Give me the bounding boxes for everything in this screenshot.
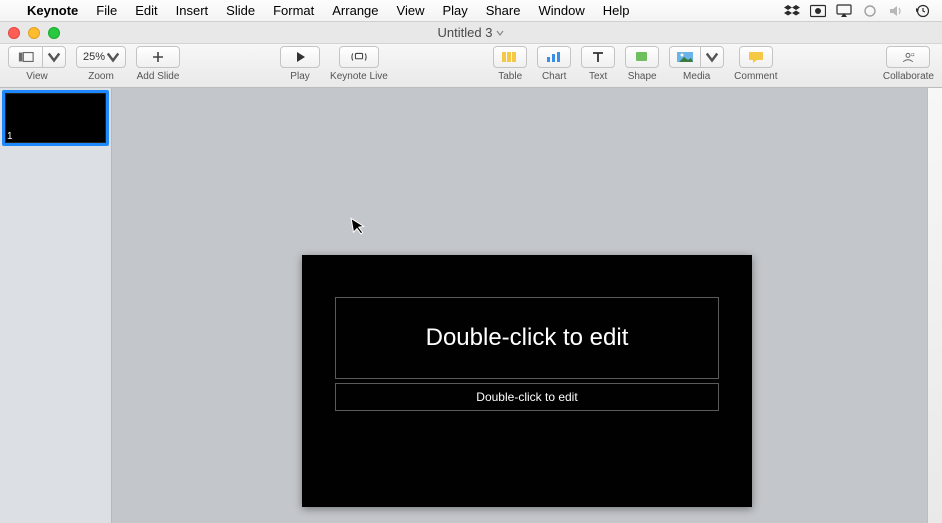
menu-insert[interactable]: Insert [167, 3, 218, 18]
chart-icon [545, 50, 563, 64]
subtitle-placeholder[interactable]: Double-click to edit [335, 383, 719, 411]
dropbox-icon[interactable] [784, 4, 800, 18]
shape-group: Shape [625, 46, 659, 82]
timemachine-icon[interactable] [914, 4, 930, 18]
workspace: 1 Double-click to edit Double-click to e… [0, 88, 942, 523]
menu-slide[interactable]: Slide [217, 3, 264, 18]
menu-view[interactable]: View [388, 3, 434, 18]
keynote-live-button[interactable] [339, 46, 379, 68]
view-icon [18, 50, 34, 64]
window-titlebar: Untitled 3 [0, 22, 942, 44]
menubar-left: Keynote File Edit Insert Slide Format Ar… [8, 3, 638, 18]
screen-record-icon[interactable] [810, 4, 826, 18]
chart-label: Chart [542, 71, 566, 82]
play-button[interactable] [280, 46, 320, 68]
menu-format[interactable]: Format [264, 3, 323, 18]
chart-group: Chart [537, 46, 571, 82]
table-icon [501, 50, 519, 64]
view-dropdown[interactable] [42, 46, 66, 68]
comment-label: Comment [734, 71, 777, 82]
minimize-button[interactable] [28, 27, 40, 39]
add-slide-button[interactable] [136, 46, 180, 68]
play-label: Play [290, 71, 309, 82]
media-button[interactable] [669, 46, 700, 68]
menu-share[interactable]: Share [477, 3, 530, 18]
text-icon [590, 50, 606, 64]
table-label: Table [498, 71, 522, 82]
shape-button[interactable] [625, 46, 659, 68]
window-controls [8, 27, 60, 39]
title-text: Untitled 3 [438, 25, 493, 40]
fullscreen-button[interactable] [48, 27, 60, 39]
menu-help[interactable]: Help [594, 3, 639, 18]
view-group: View [8, 46, 66, 82]
chevron-down-icon [46, 50, 62, 64]
slide-number: 1 [7, 131, 13, 142]
title-placeholder[interactable]: Double-click to edit [335, 297, 719, 379]
slide-navigator[interactable]: 1 [0, 88, 112, 523]
view-label: View [26, 71, 48, 82]
mouse-cursor-icon [350, 215, 370, 242]
chevron-down-icon [105, 50, 121, 64]
zoom-label: Zoom [88, 71, 114, 82]
table-group: Table [493, 46, 527, 82]
comment-icon [747, 50, 765, 64]
keynotelive-group: Keynote Live [330, 46, 388, 82]
menu-window[interactable]: Window [529, 3, 593, 18]
menu-arrange[interactable]: Arrange [323, 3, 387, 18]
title-text: Double-click to edit [426, 324, 629, 352]
slide-thumb-1 [5, 93, 106, 143]
text-button[interactable] [581, 46, 615, 68]
comment-button[interactable] [739, 46, 773, 68]
zoom-group: 25% Zoom [76, 46, 126, 82]
toolbar: View 25% Zoom Add Slide Play [0, 44, 942, 88]
menu-play[interactable]: Play [433, 3, 476, 18]
shape-icon [633, 50, 651, 64]
chart-button[interactable] [537, 46, 571, 68]
addslide-group: Add Slide [136, 46, 180, 82]
menubar-status [784, 4, 934, 18]
media-group: Media [669, 46, 724, 82]
collaborate-button[interactable] [886, 46, 930, 68]
subtitle-text: Double-click to edit [476, 390, 577, 404]
app-menu[interactable]: Keynote [18, 3, 87, 18]
slide[interactable]: Double-click to edit Double-click to edi… [302, 255, 752, 507]
airplay-icon[interactable] [836, 4, 852, 18]
menu-file[interactable]: File [87, 3, 126, 18]
menu-edit[interactable]: Edit [126, 3, 166, 18]
view-button[interactable] [8, 46, 42, 68]
chevron-down-icon [496, 29, 504, 37]
keynotelive-label: Keynote Live [330, 71, 388, 82]
play-icon [292, 50, 308, 64]
media-icon [676, 50, 694, 64]
play-group: Play [280, 46, 320, 82]
system-menubar: Keynote File Edit Insert Slide Format Ar… [0, 0, 942, 22]
text-label: Text [589, 71, 607, 82]
volume-icon[interactable] [888, 4, 904, 18]
collaborate-icon [900, 50, 916, 64]
shape-label: Shape [628, 71, 657, 82]
zoom-dropdown[interactable]: 25% [76, 46, 126, 68]
plus-icon [150, 50, 166, 64]
collaborate-label: Collaborate [883, 71, 934, 82]
comment-group: Comment [734, 46, 777, 82]
inspector-collapsed[interactable] [927, 88, 942, 523]
close-button[interactable] [8, 27, 20, 39]
document-title[interactable]: Untitled 3 [438, 25, 505, 40]
text-group: Text [581, 46, 615, 82]
sync-icon[interactable] [862, 4, 878, 18]
table-button[interactable] [493, 46, 527, 68]
canvas[interactable]: Double-click to edit Double-click to edi… [112, 88, 927, 523]
collaborate-group: Collaborate [883, 46, 934, 82]
slide-thumb-selected[interactable]: 1 [2, 90, 109, 146]
zoom-value: 25% [83, 51, 105, 63]
broadcast-icon [351, 50, 367, 64]
addslide-label: Add Slide [137, 71, 180, 82]
media-label: Media [683, 71, 710, 82]
media-dropdown[interactable] [700, 46, 724, 68]
chevron-down-icon [704, 50, 720, 64]
